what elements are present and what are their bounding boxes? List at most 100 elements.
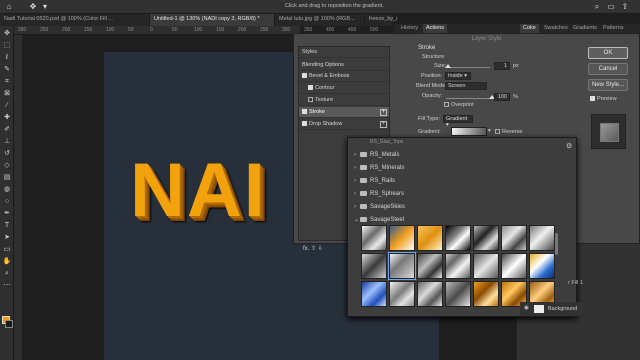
tab-freeze[interactable]: freeze_by_i bbox=[365, 14, 397, 26]
home-icon[interactable]: ⌂ bbox=[4, 2, 14, 12]
gradient-swatch[interactable] bbox=[417, 281, 443, 307]
gradient-swatch[interactable] bbox=[445, 281, 471, 307]
move-tool-icon[interactable]: ✥ bbox=[28, 2, 38, 12]
folder-savage-skies[interactable]: › SavageSkies bbox=[354, 201, 405, 213]
gradient-swatch[interactable] bbox=[529, 253, 555, 279]
picker-scrollbar[interactable] bbox=[555, 233, 558, 255]
gradient-swatch[interactable] bbox=[501, 225, 527, 251]
style-item-texture[interactable]: Texture bbox=[299, 95, 389, 106]
style-item-contour[interactable]: Contour bbox=[299, 83, 389, 94]
tab-gradients[interactable]: Gradients bbox=[570, 24, 600, 33]
lasso-tool-icon[interactable]: ℓ bbox=[2, 53, 12, 62]
gradient-tool-icon[interactable]: ▤ bbox=[2, 173, 12, 182]
gradient-swatch[interactable] bbox=[445, 225, 471, 251]
overprint-checkbox[interactable]: Overprint bbox=[444, 102, 474, 108]
tab-untitled[interactable]: Untitled-1 @ 130% (NADI copy 3, RGB/8) * bbox=[150, 14, 275, 26]
size-slider[interactable] bbox=[446, 67, 490, 68]
opacity-slider[interactable] bbox=[446, 98, 492, 99]
style-item-stroke[interactable]: Stroke + bbox=[299, 107, 389, 118]
opacity-field[interactable]: 100 bbox=[494, 93, 510, 101]
hand-tool-icon[interactable]: ✋ bbox=[2, 257, 12, 266]
down-arrow-icon[interactable]: ⇩ bbox=[318, 246, 323, 252]
gradient-swatch[interactable] bbox=[417, 225, 443, 251]
brush-tool-icon[interactable]: ✐ bbox=[2, 125, 12, 134]
search-icon[interactable]: ⌕ bbox=[592, 2, 602, 12]
style-item-bevel-emboss[interactable]: Bevel & Emboss bbox=[299, 71, 389, 82]
move-tool-icon[interactable]: ✥ bbox=[2, 29, 12, 38]
tab-color[interactable]: Color bbox=[520, 24, 540, 33]
shape-tool-icon[interactable]: ▭ bbox=[2, 245, 12, 254]
reverse-checkbox[interactable]: Reverse bbox=[495, 129, 522, 135]
zoom-tool-icon[interactable]: ⌕ bbox=[2, 269, 12, 278]
marquee-tool-icon[interactable]: ⬚ bbox=[2, 41, 12, 50]
type-tool-icon[interactable]: T bbox=[2, 221, 12, 230]
checkbox[interactable] bbox=[302, 109, 307, 115]
gradient-swatch[interactable] bbox=[388, 252, 416, 280]
folder-rs-minerals[interactable]: › RS_Minerals bbox=[354, 162, 404, 174]
eraser-tool-icon[interactable]: ◇ bbox=[2, 161, 12, 170]
pen-tool-icon[interactable]: ✒ bbox=[2, 209, 12, 218]
path-select-icon[interactable]: ➤ bbox=[2, 233, 12, 242]
blend-mode-select[interactable]: Screen bbox=[445, 82, 487, 90]
size-field[interactable]: 1 bbox=[494, 62, 510, 70]
gradient-swatch[interactable] bbox=[361, 253, 387, 279]
blur-tool-icon[interactable]: ◍ bbox=[2, 185, 12, 194]
style-item-blending[interactable]: Blending Options bbox=[299, 60, 389, 71]
folder-rs-sphears[interactable]: › RS_Sphears bbox=[354, 188, 404, 200]
tab-nadi-tutorial[interactable]: Nadi Tutorial 0520.psd @ 100% (Color Fil… bbox=[0, 14, 150, 26]
checkbox[interactable] bbox=[444, 102, 449, 108]
fill-type-select[interactable]: Gradient ▾ bbox=[443, 115, 473, 128]
gradient-swatch[interactable] bbox=[361, 225, 387, 251]
workspace-icon[interactable]: ▭ bbox=[606, 2, 616, 12]
checkbox[interactable] bbox=[308, 97, 313, 103]
gradient-swatch[interactable] bbox=[529, 225, 555, 251]
dodge-tool-icon[interactable]: ○ bbox=[2, 197, 12, 206]
gradient-swatch[interactable] bbox=[473, 253, 499, 279]
cancel-button[interactable]: Cancel bbox=[588, 63, 628, 75]
gradient-swatch[interactable] bbox=[473, 281, 499, 307]
preview-checkbox[interactable]: Preview bbox=[590, 96, 617, 102]
gradient-swatch[interactable] bbox=[361, 281, 387, 307]
background-color[interactable] bbox=[5, 320, 13, 328]
tab-metal-tuto[interactable]: Metal tuto.jpg @ 100% (RGB... bbox=[275, 14, 365, 26]
tab-actions[interactable]: Actions bbox=[423, 24, 448, 33]
gradient-swatch[interactable] bbox=[451, 127, 487, 136]
history-brush-icon[interactable]: ↺ bbox=[2, 149, 12, 158]
gradient-swatch[interactable] bbox=[473, 225, 499, 251]
gradient-dropdown-icon[interactable]: ▾ bbox=[488, 128, 491, 134]
add-icon[interactable]: + bbox=[380, 109, 387, 116]
tab-history[interactable]: History bbox=[398, 24, 421, 33]
share-icon[interactable]: ⇪ bbox=[620, 2, 630, 12]
position-select[interactable]: Inside ▾ bbox=[445, 72, 471, 80]
more-tools-icon[interactable]: ⋯ bbox=[2, 281, 12, 290]
checkbox[interactable] bbox=[495, 129, 500, 135]
eyedropper-icon[interactable]: ⁄ bbox=[2, 101, 12, 110]
checkbox[interactable] bbox=[302, 73, 307, 79]
layer-row-background[interactable]: r Fill 1 ◉ Background bbox=[520, 280, 640, 316]
healing-brush-icon[interactable]: ✚ bbox=[2, 113, 12, 122]
checkbox[interactable] bbox=[590, 96, 595, 102]
eye-icon[interactable]: ◉ bbox=[524, 305, 529, 311]
style-item-drop-shadow[interactable]: Drop Shadow + bbox=[299, 119, 389, 130]
gradient-swatch[interactable] bbox=[445, 253, 471, 279]
dropdown-arrow-icon[interactable]: ▾ bbox=[40, 2, 50, 12]
crop-tool-icon[interactable]: ⌗ bbox=[2, 77, 12, 86]
canvas-text-nadi[interactable]: NAI bbox=[130, 147, 267, 234]
add-icon[interactable]: + bbox=[380, 121, 387, 128]
gradient-swatch[interactable] bbox=[501, 253, 527, 279]
gradient-swatch[interactable] bbox=[417, 253, 443, 279]
quick-select-icon[interactable]: ✎ bbox=[2, 65, 12, 74]
gear-icon[interactable]: ⚙ bbox=[566, 142, 572, 150]
size-slider-knob[interactable] bbox=[445, 64, 452, 68]
up-arrow-icon[interactable]: ⇧ bbox=[311, 246, 316, 252]
checkbox[interactable] bbox=[308, 85, 313, 91]
tab-swatches[interactable]: Swatches bbox=[541, 24, 571, 33]
tab-patterns[interactable]: Patterns bbox=[600, 24, 626, 33]
checkbox[interactable] bbox=[302, 121, 307, 127]
folder-rs-metals[interactable]: › RS_Metals bbox=[354, 149, 399, 161]
gradient-swatch[interactable] bbox=[389, 225, 415, 251]
folder-rs-rails[interactable]: › RS_Rails bbox=[354, 175, 395, 187]
gradient-swatch[interactable] bbox=[389, 281, 415, 307]
fx-menu[interactable]: fx. ⇧ ⇩ bbox=[303, 245, 333, 253]
ok-button[interactable]: OK bbox=[588, 47, 628, 59]
